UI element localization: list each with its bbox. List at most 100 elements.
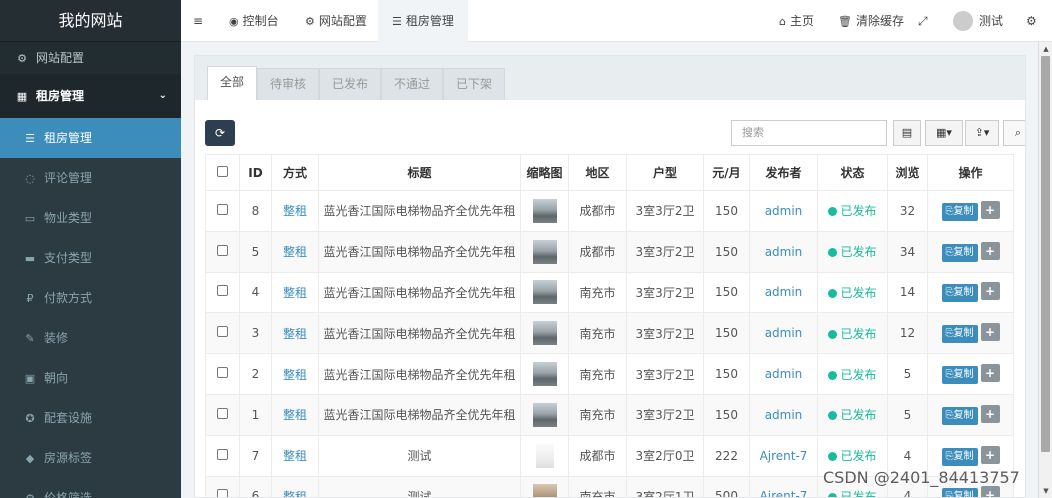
refresh-button[interactable]: ⟳ — [205, 120, 235, 146]
cell-publisher[interactable]: Ajrent-7 — [749, 434, 818, 477]
menu-toggle-icon[interactable]: ≡ — [193, 0, 203, 42]
copy-button[interactable]: ⎘复制 — [941, 202, 978, 221]
row-checkbox[interactable] — [217, 203, 228, 215]
fullscreen-icon[interactable]: ⤢ — [918, 0, 928, 42]
cell-method[interactable]: 整租 — [271, 353, 319, 395]
add-button[interactable]: + — [980, 241, 1000, 260]
tab-rental[interactable]: ☰ 租房管理 — [378, 0, 468, 42]
copy-button[interactable]: ⎘复制 — [941, 284, 978, 303]
publisher-link[interactable]: admin — [765, 285, 803, 299]
row-checkbox[interactable] — [217, 285, 228, 297]
toggle-view-button[interactable]: ▤ — [893, 120, 921, 146]
sidebar-item-price-filter[interactable]: ⚙ 价格筛选 — [0, 478, 181, 498]
thumbnail-image[interactable] — [535, 443, 554, 468]
cell-method[interactable]: 整租 — [271, 271, 319, 314]
sidebar-item-pay-method[interactable]: ₽ 付款方式 — [0, 278, 181, 318]
copy-button[interactable]: ⎘复制 — [941, 325, 978, 344]
publisher-link[interactable]: admin — [765, 367, 803, 381]
row-checkbox[interactable] — [217, 407, 228, 419]
page-scrollbar[interactable]: ▲ ▼ — [1038, 42, 1052, 498]
row-select[interactable] — [205, 393, 240, 436]
row-select[interactable] — [205, 312, 240, 355]
row-checkbox[interactable] — [217, 367, 228, 379]
publisher-link[interactable]: Ajrent-7 — [760, 449, 808, 463]
thumbnail-image[interactable] — [532, 239, 557, 264]
tab-all[interactable]: 全部 — [207, 66, 258, 100]
row-select[interactable] — [205, 475, 240, 497]
row-select[interactable] — [205, 353, 240, 395]
cell-publisher[interactable]: admin — [749, 190, 818, 232]
row-checkbox[interactable] — [217, 244, 228, 256]
add-button[interactable]: + — [980, 404, 1000, 423]
cell-method[interactable]: 整租 — [271, 393, 319, 436]
tab-offline[interactable]: 已下架 — [443, 68, 506, 100]
cell-publisher[interactable]: admin — [749, 393, 818, 436]
tab-dashboard[interactable]: ◉ 控制台 — [229, 0, 279, 42]
copy-button[interactable]: ⎘复制 — [941, 488, 978, 497]
method-link[interactable]: 整租 — [283, 327, 307, 341]
method-link[interactable]: 整租 — [283, 449, 307, 463]
add-button[interactable]: + — [980, 200, 1000, 219]
scroll-thumb[interactable] — [1041, 56, 1050, 452]
cell-publisher[interactable]: admin — [749, 230, 818, 273]
row-select[interactable] — [205, 271, 240, 314]
add-button[interactable]: + — [980, 445, 1000, 464]
add-button[interactable]: + — [980, 282, 1000, 301]
thumbnail-image[interactable] — [532, 402, 557, 427]
app-title[interactable]: 我的网站 — [0, 0, 181, 42]
add-button[interactable]: + — [980, 323, 1000, 342]
method-link[interactable]: 整租 — [283, 245, 307, 259]
row-checkbox[interactable] — [217, 448, 228, 460]
cell-publisher[interactable]: admin — [749, 271, 818, 314]
thumbnail-image[interactable] — [532, 198, 557, 223]
publisher-link[interactable]: admin — [765, 245, 803, 259]
header-select-all[interactable] — [205, 154, 240, 191]
copy-button[interactable]: ⎘复制 — [941, 406, 978, 425]
thumbnail-image[interactable] — [532, 280, 557, 305]
copy-button[interactable]: ⎘复制 — [941, 366, 978, 385]
cell-publisher[interactable]: admin — [749, 312, 818, 355]
sidebar-item-rental-group[interactable]: ▦ 租房管理 ⌄ — [0, 74, 181, 118]
row-select[interactable] — [205, 230, 240, 273]
tab-site-config[interactable]: ⚙ 网站配置 — [305, 0, 367, 42]
method-link[interactable]: 整租 — [283, 490, 307, 497]
scroll-down-icon[interactable]: ▼ — [1041, 486, 1051, 496]
clear-cache-button[interactable]: 🗑 清除缓存 — [838, 0, 904, 42]
method-link[interactable]: 整租 — [283, 204, 307, 218]
copy-button[interactable]: ⎘复制 — [941, 243, 978, 262]
publisher-link[interactable]: Ajrent-7 — [760, 489, 808, 497]
user-menu[interactable]: 测试 — [953, 0, 1003, 42]
columns-button[interactable]: ▦▾ — [925, 120, 963, 146]
cell-method[interactable]: 整租 — [271, 190, 319, 232]
cell-method[interactable]: 整租 — [271, 230, 319, 273]
scroll-up-icon[interactable]: ▲ — [1041, 44, 1051, 54]
thumbnail-image[interactable] — [532, 362, 557, 387]
copy-button[interactable]: ⎘复制 — [941, 447, 978, 466]
cell-publisher[interactable]: admin — [749, 353, 818, 395]
row-checkbox[interactable] — [217, 326, 228, 338]
cell-method[interactable]: 整租 — [271, 312, 319, 355]
sidebar-item-rental-manage[interactable]: ☰ 租房管理 — [0, 118, 181, 158]
method-link[interactable]: 整租 — [283, 408, 307, 422]
thumbnail-image[interactable] — [532, 484, 557, 497]
cell-publisher[interactable]: Ajrent-7 — [749, 475, 818, 497]
sidebar-item-decoration[interactable]: ✎ 装修 — [0, 318, 181, 358]
sidebar-item-comment-manage[interactable]: ◌ 评论管理 — [0, 158, 181, 198]
sidebar-item-house-tags[interactable]: ◆ 房源标签 — [0, 438, 181, 478]
export-button[interactable]: ⇪▾ — [965, 120, 999, 146]
publisher-link[interactable]: admin — [765, 408, 803, 422]
sidebar-item-facilities[interactable]: ✪ 配套设施 — [0, 398, 181, 438]
add-button[interactable]: + — [980, 364, 1000, 383]
tab-published[interactable]: 已发布 — [319, 68, 382, 100]
search-input[interactable]: 搜索 — [731, 120, 887, 146]
method-link[interactable]: 整租 — [283, 368, 307, 382]
sidebar-item-payment-type[interactable]: ▬ 支付类型 — [0, 238, 181, 278]
tab-rejected[interactable]: 不通过 — [381, 68, 444, 100]
thumbnail-image[interactable] — [532, 321, 557, 346]
header-id[interactable]: ID — [239, 154, 272, 191]
sidebar-item-site-config[interactable]: ⚙ 网站配置 — [0, 44, 181, 74]
cell-method[interactable]: 整租 — [271, 475, 319, 497]
publisher-link[interactable]: admin — [765, 204, 803, 218]
method-link[interactable]: 整租 — [283, 286, 307, 300]
sidebar-item-property-type[interactable]: ▭ 物业类型 — [0, 198, 181, 238]
